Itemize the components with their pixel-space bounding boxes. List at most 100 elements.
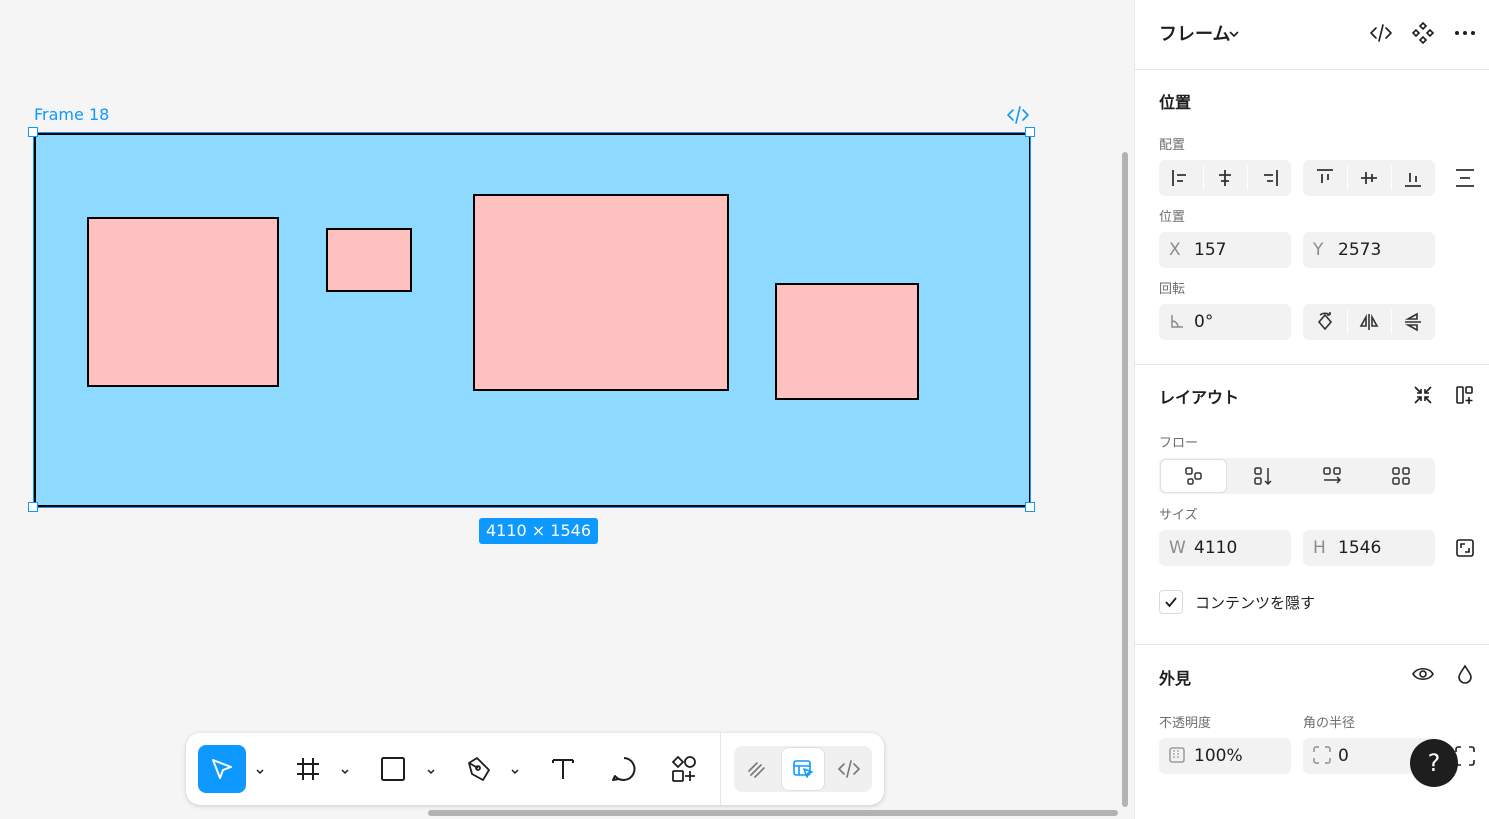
angle-icon [1169, 312, 1185, 335]
frame-name-label[interactable]: Frame 18 [34, 105, 109, 124]
resize-handle-bottom-right[interactable] [1025, 502, 1035, 512]
align-center-horizontal-icon[interactable] [1203, 160, 1247, 196]
y-value[interactable]: 2573 [1338, 240, 1381, 260]
y-position-field[interactable]: Y 2573 [1303, 232, 1435, 268]
flow-freeform-icon[interactable] [1160, 459, 1227, 493]
dev-mode-button[interactable] [828, 748, 870, 790]
align-top-icon[interactable] [1303, 160, 1347, 196]
width-value[interactable]: 4110 [1194, 538, 1237, 558]
move-tool-button[interactable] [198, 745, 246, 793]
align-middle-vertical-icon[interactable] [1347, 160, 1391, 196]
chevron-down-icon[interactable] [508, 763, 522, 775]
add-layout-icon[interactable] [1453, 383, 1477, 407]
divider [1135, 69, 1489, 70]
eye-icon[interactable] [1411, 662, 1435, 686]
panel-title[interactable]: フレーム [1159, 20, 1230, 46]
collapse-icon[interactable] [1411, 383, 1435, 407]
transform-group [1303, 304, 1435, 340]
rotation-value[interactable]: 0° [1194, 312, 1213, 332]
corner-radius-icon [1313, 746, 1331, 769]
toolbar-divider [720, 733, 721, 805]
checkmark-icon [1165, 597, 1177, 608]
draw-mode-button[interactable] [736, 748, 778, 790]
x-position-field[interactable]: X 157 [1159, 232, 1291, 268]
align-left-icon[interactable] [1159, 160, 1203, 196]
opacity-label: 不透明度 [1159, 716, 1212, 731]
h-label: H [1313, 538, 1326, 558]
rectangle-shape[interactable] [775, 283, 919, 400]
position-label: 位置 [1159, 210, 1186, 225]
corner-radius-value[interactable]: 0 [1338, 746, 1349, 766]
opacity-field[interactable]: 100% [1159, 738, 1291, 774]
resize-handle-bottom-left[interactable] [28, 502, 38, 512]
flip-vertical-icon[interactable] [1391, 304, 1435, 340]
chevron-down-icon[interactable] [1227, 26, 1241, 40]
rectangle-icon [381, 757, 405, 781]
flow-horizontal-icon[interactable] [1297, 458, 1366, 494]
resize-handle-top-left[interactable] [28, 127, 38, 137]
height-value[interactable]: 1546 [1338, 538, 1381, 558]
frame-size-badge: 4110 × 1546 [479, 518, 599, 544]
resize-handle-top-right[interactable] [1025, 127, 1035, 137]
align-right-icon[interactable] [1247, 160, 1291, 196]
rotation-field[interactable]: 0° [1159, 304, 1291, 340]
frame-tool-button[interactable] [284, 745, 332, 793]
y-label: Y [1313, 240, 1324, 260]
more-options-icon[interactable] [1453, 21, 1477, 45]
frame-icon [297, 758, 319, 780]
vertical-scrollbar[interactable] [1122, 152, 1128, 807]
w-label: W [1169, 538, 1186, 558]
actions-tool-button[interactable] [660, 745, 708, 793]
frame-18[interactable] [34, 133, 1031, 507]
horizontal-align-group [1159, 160, 1291, 196]
width-field[interactable]: W 4110 [1159, 530, 1291, 566]
shapes-plus-icon [671, 755, 696, 782]
rectangle-shape[interactable] [87, 217, 279, 387]
chevron-down-icon[interactable] [424, 763, 438, 775]
size-label: サイズ [1159, 508, 1198, 523]
code-icon[interactable] [1006, 104, 1030, 126]
rectangle-shape[interactable] [473, 194, 729, 391]
chevron-down-icon[interactable] [338, 763, 352, 775]
corner-radius-label: 角の半径 [1303, 716, 1356, 731]
design-icon [793, 760, 813, 778]
pen-icon [468, 757, 490, 781]
flow-label: フロー [1159, 436, 1199, 451]
resize-to-fit-icon[interactable] [1453, 536, 1477, 560]
help-button[interactable]: ? [1410, 739, 1458, 787]
align-bottom-icon[interactable] [1391, 160, 1435, 196]
flow-vertical-icon[interactable] [1228, 458, 1297, 494]
code-icon[interactable] [1369, 21, 1393, 45]
canvas[interactable]: Frame 18 4110 × 1546 [0, 0, 1134, 819]
flip-horizontal-icon[interactable] [1347, 304, 1391, 340]
text-tool-button[interactable] [539, 745, 587, 793]
code-icon [838, 760, 860, 778]
properties-panel: フレーム 位置 配置 位置 X 157 Y 2573 回転 0° レイアウト フ… [1134, 0, 1489, 819]
vertical-align-group [1303, 160, 1435, 196]
section-title-position: 位置 [1159, 93, 1192, 112]
comment-icon [612, 757, 636, 781]
height-field[interactable]: H 1546 [1303, 530, 1435, 566]
distribute-icon[interactable] [1453, 166, 1477, 190]
design-mode-button[interactable] [782, 748, 824, 790]
pen-tool-button[interactable] [455, 745, 503, 793]
clip-content-label[interactable]: コンテンツを隠す [1195, 592, 1315, 613]
align-label: 配置 [1159, 138, 1186, 153]
horizontal-scrollbar[interactable] [428, 810, 1118, 816]
opacity-value[interactable]: 100% [1194, 746, 1243, 766]
x-value[interactable]: 157 [1194, 240, 1226, 260]
flow-grid-icon[interactable] [1366, 458, 1435, 494]
clip-content-checkbox[interactable] [1159, 590, 1183, 614]
component-icon[interactable] [1411, 21, 1435, 45]
rectangle-shape[interactable] [326, 228, 412, 292]
blend-mode-icon[interactable] [1453, 662, 1477, 686]
chevron-down-icon[interactable] [253, 763, 267, 775]
cursor-icon [212, 759, 232, 779]
mode-switcher [734, 746, 872, 792]
rotation-label: 回転 [1159, 282, 1186, 297]
rotate-icon[interactable] [1303, 304, 1347, 340]
opacity-icon [1169, 746, 1185, 769]
comment-tool-button[interactable] [600, 745, 648, 793]
x-label: X [1169, 240, 1181, 260]
rectangle-tool-button[interactable] [369, 745, 417, 793]
